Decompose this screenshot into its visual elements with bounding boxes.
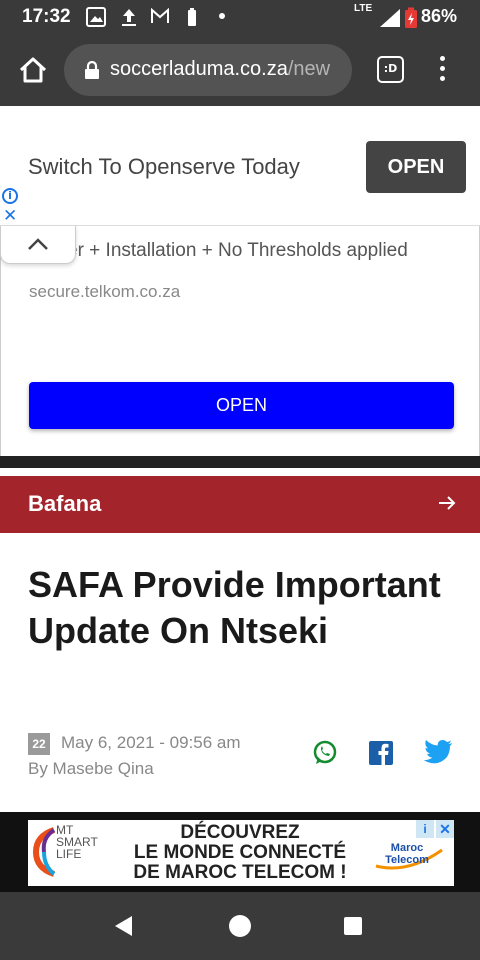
bottom-ad-info-icon[interactable]: i bbox=[416, 820, 434, 838]
top-ad-banner[interactable]: Switch To Openserve Today OPEN i ✕ bbox=[0, 106, 480, 226]
ad-open-button[interactable]: OPEN bbox=[366, 141, 466, 193]
address-bar[interactable]: soccerladuma.co.za/new bbox=[64, 44, 352, 96]
facebook-icon[interactable] bbox=[368, 740, 394, 766]
url-domain: soccerladuma.co.za bbox=[110, 58, 288, 80]
ad-close-icon[interactable]: ✕ bbox=[3, 206, 17, 226]
ad-divider-strip bbox=[0, 456, 480, 468]
article-date: May 6, 2021 - 09:56 am bbox=[61, 733, 241, 752]
lock-icon bbox=[85, 61, 99, 79]
bottom-ad-close-icon[interactable]: ✕ bbox=[436, 820, 454, 838]
system-navigation-bar bbox=[0, 892, 480, 960]
url-text: soccerladuma.co.za/new bbox=[110, 58, 330, 81]
home-icon[interactable] bbox=[18, 56, 48, 84]
upload-icon bbox=[122, 9, 136, 26]
ad-info-icon[interactable]: i bbox=[2, 188, 18, 204]
ad-collapse-tab[interactable] bbox=[0, 226, 76, 264]
article-author: By Masebe Qina bbox=[28, 759, 154, 778]
status-time: 17:32 bbox=[22, 6, 71, 27]
date-badge: 22 bbox=[28, 733, 50, 755]
ad-body-text: er + Installation + No Thresholds applie… bbox=[67, 240, 408, 261]
signal-icon bbox=[380, 9, 400, 27]
battery-small-icon bbox=[188, 8, 196, 26]
url-path: /new bbox=[287, 58, 331, 80]
phone-screen: 17:32 LTE 86% soccerladuma.co.za/new:D … bbox=[0, 0, 480, 960]
overflow-menu-icon[interactable] bbox=[434, 56, 450, 84]
battery-icon bbox=[405, 7, 417, 28]
lte-label: LTE bbox=[354, 3, 373, 14]
arrow-right-icon[interactable] bbox=[438, 494, 456, 512]
ad-headline: Switch To Openserve Today bbox=[28, 154, 300, 179]
tab-switcher-button[interactable]: :D bbox=[377, 56, 404, 83]
bottom-ad-container: MT SMART LIFE DÉCOUVREZ LE MONDE CONNECT… bbox=[0, 812, 480, 892]
dot-icon bbox=[219, 13, 225, 19]
mt-smart-life-text: MT SMART LIFE bbox=[56, 823, 98, 861]
status-bar: 17:32 LTE 86% bbox=[0, 0, 480, 34]
bottom-ad-banner[interactable]: MT SMART LIFE DÉCOUVREZ LE MONDE CONNECT… bbox=[28, 820, 454, 886]
ad-domain: secure.telkom.co.za bbox=[29, 282, 181, 301]
home-nav-icon[interactable] bbox=[227, 914, 253, 940]
browser-toolbar: soccerladuma.co.za/new :D bbox=[0, 34, 480, 106]
twitter-icon[interactable] bbox=[423, 740, 453, 766]
ad-cta-button[interactable]: OPEN bbox=[29, 382, 454, 429]
battery-percent: 86% bbox=[421, 6, 458, 26]
recents-icon[interactable] bbox=[343, 916, 363, 936]
gmail-icon bbox=[151, 7, 169, 23]
image-icon bbox=[86, 7, 106, 27]
chevron-up-icon bbox=[28, 238, 48, 250]
category-bar[interactable]: Bafana bbox=[0, 476, 480, 533]
whatsapp-icon[interactable] bbox=[312, 740, 338, 766]
back-icon[interactable] bbox=[112, 914, 134, 938]
bottom-ad-headline: DÉCOUVREZ LE MONDE CONNECTÉ DE MAROC TEL… bbox=[133, 822, 347, 883]
category-label: Bafana bbox=[28, 491, 102, 516]
maroc-telecom-text: Maroc Telecom bbox=[385, 842, 429, 866]
article-title: SAFA Provide Important Update On Ntseki bbox=[28, 564, 441, 651]
